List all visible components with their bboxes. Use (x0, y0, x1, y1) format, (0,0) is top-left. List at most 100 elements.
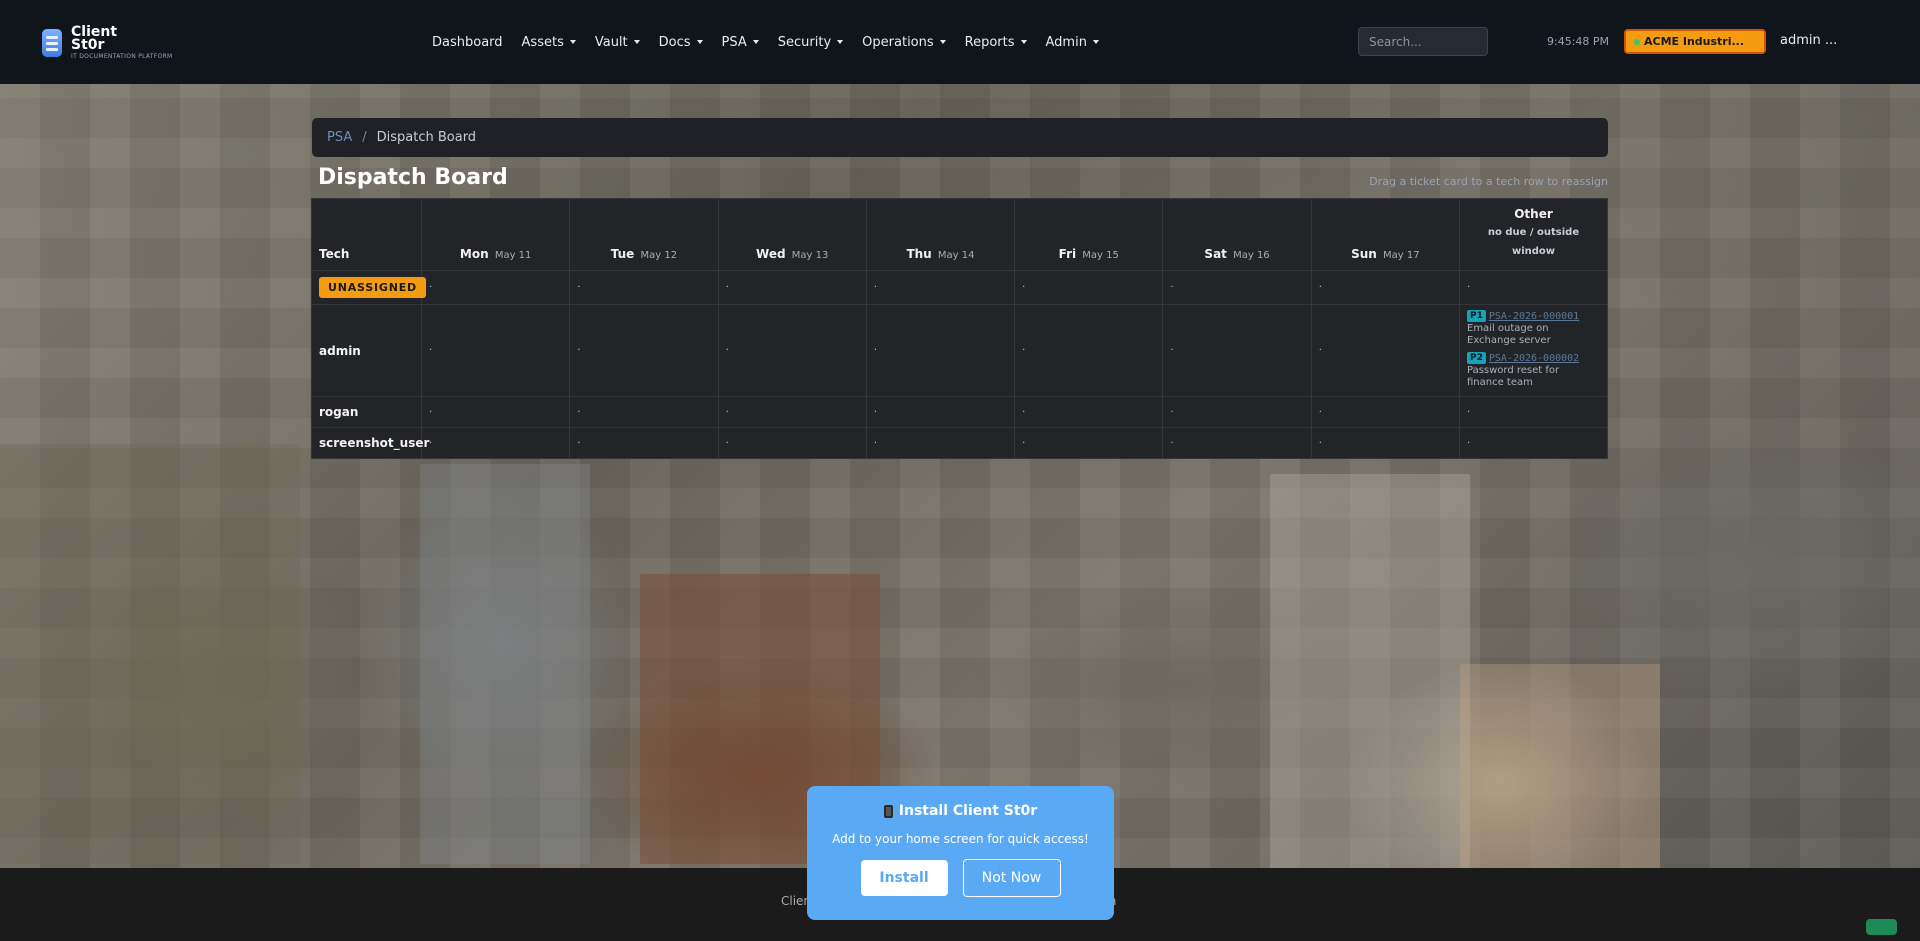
install-button[interactable]: Install (860, 860, 948, 896)
drop-cell[interactable]: · (1310, 304, 1461, 397)
background-roof-shape (420, 464, 590, 864)
drop-cell[interactable]: · (1162, 396, 1312, 428)
breadcrumb-psa[interactable]: PSA (327, 130, 352, 145)
nav-dashboard[interactable]: Dashboard (432, 35, 503, 50)
column-header-sat: Sat May 16 (1162, 198, 1312, 271)
drop-cell[interactable]: · (1014, 270, 1164, 305)
ticket-link[interactable]: PSA-2026-000002 (1489, 353, 1579, 364)
ticket-card[interactable]: P2 PSA-2026-000002 Password reset for fi… (1467, 352, 1607, 389)
nav-operations[interactable]: Operations (862, 34, 946, 50)
day-date: May 11 (494, 250, 532, 261)
day-date: May 14 (937, 250, 975, 261)
drop-cell[interactable]: · (865, 270, 1016, 305)
drop-cell[interactable]: · (865, 427, 1016, 459)
nav-dashboard-label: Dashboard (432, 34, 503, 50)
other-subtitle-line: window (1511, 246, 1556, 257)
drop-cell[interactable]: · (1310, 270, 1461, 305)
ticket-link[interactable]: PSA-2026-000001 (1489, 311, 1579, 322)
drop-cell[interactable]: · (1014, 427, 1164, 459)
drop-cell[interactable]: · (569, 396, 719, 428)
drop-cell[interactable]: · (1310, 396, 1461, 428)
nav-vault[interactable]: Vault (595, 35, 640, 50)
not-now-button[interactable]: Not Now (962, 859, 1061, 897)
status-dot-icon (1634, 38, 1640, 45)
other-cell[interactable]: P1 PSA-2026-000001 Email outage on Excha… (1459, 304, 1608, 397)
chevron-down-icon (939, 40, 946, 44)
table-row-unassigned: UNASSIGNED · · · · · · · · (311, 270, 1608, 305)
day-date: May 12 (640, 250, 678, 261)
ticket-description-line: Password reset for (1467, 365, 1560, 376)
day-date: May 13 (791, 250, 829, 261)
page-title: Dispatch Board (318, 165, 508, 190)
dispatch-board-table: Tech Mon May 11 Tue May 12 Wed May 13 Th… (311, 198, 1608, 459)
drop-cell[interactable]: · (1014, 304, 1164, 397)
nav-admin-label: Admin (1045, 34, 1087, 50)
drop-cell[interactable]: · (717, 427, 867, 459)
drop-cell[interactable]: · (569, 304, 719, 397)
table-header-row: Tech Mon May 11 Tue May 12 Wed May 13 Th… (311, 198, 1608, 271)
column-header-tech: Tech (311, 198, 422, 271)
breadcrumb: PSA / Dispatch Board (312, 118, 1608, 157)
user-menu[interactable]: admin ... (1780, 33, 1837, 48)
drop-cell[interactable]: · (717, 270, 867, 305)
drop-cell[interactable]: · (420, 427, 571, 459)
ticket-card[interactable]: P1 PSA-2026-000001 Email outage on Excha… (1467, 310, 1607, 347)
drop-cell[interactable]: · (1162, 304, 1312, 397)
search-input[interactable] (1358, 27, 1488, 56)
breadcrumb-current: Dispatch Board (376, 130, 477, 145)
install-title: Install Client St0r (807, 803, 1114, 819)
drop-cell[interactable]: · (865, 304, 1016, 397)
drop-cell[interactable]: · (569, 270, 719, 305)
column-header-thu: Thu May 14 (865, 198, 1016, 271)
nav-reports[interactable]: Reports (965, 35, 1027, 50)
day-date: May 15 (1082, 250, 1119, 261)
clock: 9:45:48 PM (1547, 35, 1610, 48)
drop-cell[interactable]: · (1459, 270, 1608, 305)
drop-cell[interactable]: · (420, 270, 571, 305)
tenant-switcher[interactable]: ACME Industri... (1624, 29, 1766, 54)
day-name: Sun (1351, 247, 1377, 261)
status-chip[interactable] (1866, 919, 1897, 935)
breadcrumb-separator: / (362, 130, 367, 145)
day-name: Thu (906, 247, 932, 261)
chevron-down-icon (837, 40, 844, 44)
other-subtitle: no due / outside window (1460, 223, 1607, 261)
ticket-description: Password reset for finance team (1467, 365, 1607, 389)
drop-cell[interactable]: · (1459, 396, 1608, 428)
background-roof-shape (0, 444, 300, 864)
tenant-name: ACME Industri... (1644, 35, 1745, 48)
day-name: Wed (756, 247, 786, 261)
ticket-description-line: Exchange server (1467, 335, 1551, 346)
nav-admin[interactable]: Admin (1046, 35, 1099, 50)
chevron-down-icon (696, 40, 703, 44)
nav-security[interactable]: Security (777, 34, 844, 50)
drop-cell[interactable]: · (717, 396, 867, 428)
table-row-screenshot-user: screenshot_user · · · · · · · · (311, 427, 1608, 459)
column-header-fri: Fri May 15 (1014, 198, 1164, 271)
nav-security-label: Security (777, 34, 832, 50)
nav-operations-label: Operations (862, 34, 934, 50)
drop-cell[interactable]: · (569, 427, 719, 459)
drop-cell[interactable]: · (717, 304, 867, 397)
drop-cell[interactable]: · (1014, 396, 1164, 428)
drop-cell[interactable]: · (420, 396, 571, 428)
tech-name: screenshot_user (311, 427, 429, 459)
background-roof-shape (1270, 474, 1470, 874)
chevron-down-icon (633, 40, 640, 44)
nav-assets[interactable]: Assets (522, 35, 576, 50)
tech-name: admin (311, 304, 422, 397)
brand[interactable]: Client St0r IT DOCUMENTATION PLATFORM (42, 25, 173, 60)
drop-cell[interactable]: · (1310, 427, 1461, 459)
drop-cell[interactable]: · (865, 396, 1016, 428)
drop-cell[interactable]: · (1459, 427, 1608, 459)
drop-cell[interactable]: · (1162, 270, 1312, 305)
page-hint: Drag a ticket card to a tech row to reas… (1369, 175, 1608, 188)
tech-name: rogan (311, 396, 422, 428)
drop-cell[interactable]: · (1162, 427, 1312, 459)
drop-cell[interactable]: · (420, 304, 571, 397)
nav-psa[interactable]: PSA (722, 35, 759, 50)
column-header-other: Other no due / outside window (1459, 198, 1608, 271)
nav-docs[interactable]: Docs (659, 35, 703, 50)
chevron-down-icon (752, 40, 759, 44)
ticket-description-line: finance team (1467, 377, 1533, 388)
